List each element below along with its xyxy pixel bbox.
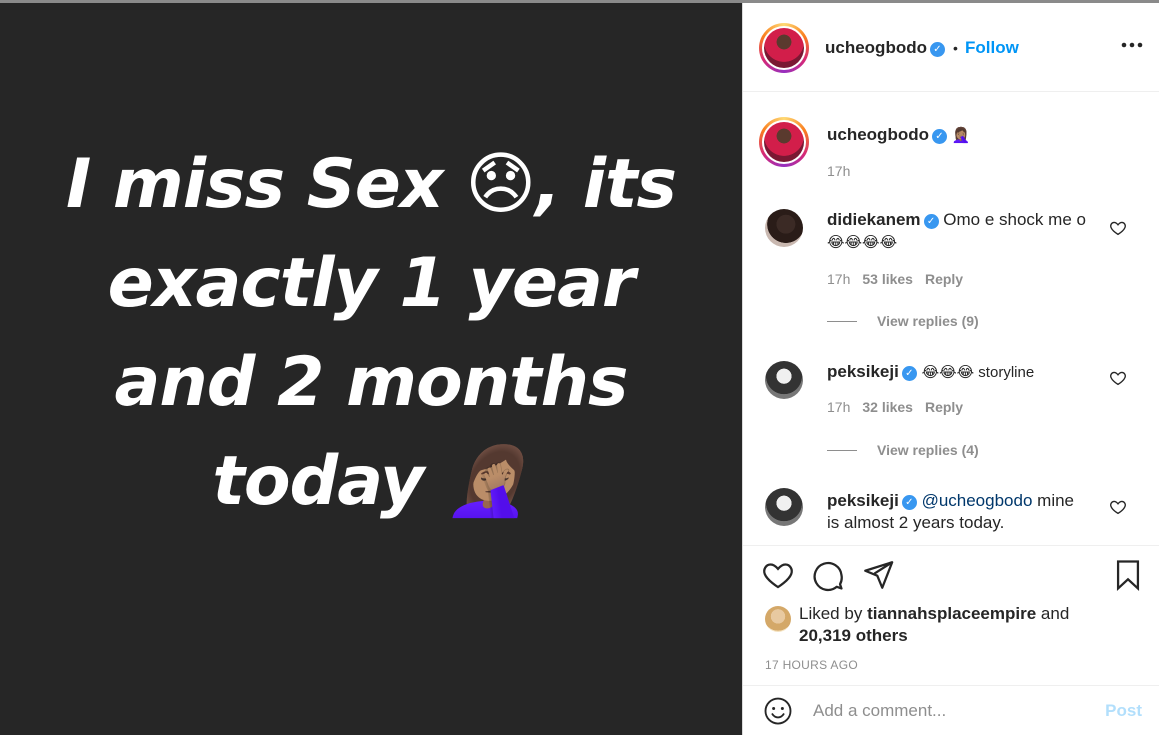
author-avatar[interactable] xyxy=(759,23,809,73)
caption-avatar[interactable] xyxy=(759,117,809,167)
image-text-line-1: I miss Sex 😞, its xyxy=(65,145,677,224)
comment-meta: 17h 32 likes Reply xyxy=(827,399,964,415)
comment-username[interactable]: peksikeji xyxy=(827,491,899,510)
bookmark-save-icon[interactable] xyxy=(1111,558,1145,592)
reply-button[interactable]: Reply xyxy=(925,271,963,287)
view-replies-button[interactable]: View replies (4) xyxy=(877,442,979,458)
view-replies-button[interactable]: View replies (9) xyxy=(877,313,979,329)
verified-badge-icon: ✓ xyxy=(901,495,917,510)
share-send-icon[interactable] xyxy=(861,558,895,592)
post-comment-button[interactable]: Post xyxy=(1105,701,1142,721)
post-header: ucheogbodo ✓ • Follow xyxy=(743,3,1159,92)
commenter-avatar[interactable] xyxy=(765,488,803,526)
likes-count[interactable]: 20,319 others xyxy=(799,626,908,645)
verified-badge-icon: ✓ xyxy=(923,214,939,229)
comment-mention[interactable]: @ucheogbodo xyxy=(922,491,1033,510)
add-comment-input[interactable] xyxy=(813,698,1093,724)
image-text-line-4: today 🤦🏽‍♀️ xyxy=(212,442,530,521)
liker-username[interactable]: tiannahsplaceempire xyxy=(867,604,1036,623)
post-actions: Liked by tiannahsplaceempire and 20,319 … xyxy=(743,545,1159,685)
verified-badge-icon: ✓ xyxy=(931,129,947,144)
caption-time: 17h xyxy=(827,163,851,179)
image-text-line-2: exactly 1 year xyxy=(107,244,636,323)
post-image[interactable]: I miss Sex 😞, its exactly 1 year and 2 m… xyxy=(0,3,742,735)
comment-username[interactable]: didiekanem xyxy=(827,210,921,229)
commenter-avatar[interactable] xyxy=(765,209,803,247)
liker-avatar[interactable] xyxy=(765,606,791,632)
post-time-ago[interactable]: 17 HOURS AGO xyxy=(765,658,858,672)
comment-bubble-icon[interactable] xyxy=(811,558,845,592)
view-replies-line xyxy=(827,450,857,451)
view-replies-line xyxy=(827,321,857,322)
comment-meta: 17h 53 likes Reply xyxy=(827,271,964,287)
comment-like-heart-icon[interactable] xyxy=(1109,219,1127,237)
comment-text: peksikeji ✓ @ucheogbodo mine is almost 2 … xyxy=(827,491,1075,532)
follow-button[interactable]: Follow xyxy=(965,38,1019,58)
caption-username[interactable]: ucheogbodo ✓ 🤦🏽‍♀️ xyxy=(827,125,970,145)
comment-likes[interactable]: 53 likes xyxy=(862,271,913,287)
verified-badge-icon: ✓ xyxy=(929,42,945,57)
caption-text: 🤦🏽‍♀️ xyxy=(951,127,971,144)
comment-likes[interactable]: 32 likes xyxy=(862,399,913,415)
more-options-icon[interactable] xyxy=(1121,31,1143,57)
post-side-panel: ucheogbodo ✓ • Follow ucheogbodo ✓ 🤦🏽‍♀️ 1… xyxy=(742,3,1159,735)
comment-like-heart-icon[interactable] xyxy=(1109,369,1127,387)
like-heart-icon[interactable] xyxy=(761,558,795,592)
commenter-avatar[interactable] xyxy=(765,361,803,399)
author-username[interactable]: ucheogbodo ✓ xyxy=(825,38,945,58)
emoji-smiley-icon[interactable] xyxy=(763,696,793,726)
liked-by-text: Liked by tiannahsplaceempire and 20,319 … xyxy=(799,604,1070,645)
comment-like-heart-icon[interactable] xyxy=(1109,498,1127,516)
image-text-line-3: and 2 months xyxy=(114,343,628,422)
comment-text: didiekanem ✓ Omo e shock me o 😂😂😂😂 xyxy=(827,210,1086,251)
comments-list[interactable]: ucheogbodo ✓ 🤦🏽‍♀️ 17h didiekanem ✓ Omo e … xyxy=(743,93,1159,545)
add-comment-bar: Post xyxy=(743,685,1159,735)
comment-username[interactable]: peksikeji xyxy=(827,362,899,381)
separator-dot: • xyxy=(953,40,958,56)
reply-button[interactable]: Reply xyxy=(925,399,963,415)
comment-text: peksikeji ✓ 😂😂😂 storyline xyxy=(827,362,1035,381)
post-image-text: I miss Sex 😞, its exactly 1 year and 2 m… xyxy=(0,135,742,531)
verified-badge-icon: ✓ xyxy=(901,366,917,381)
